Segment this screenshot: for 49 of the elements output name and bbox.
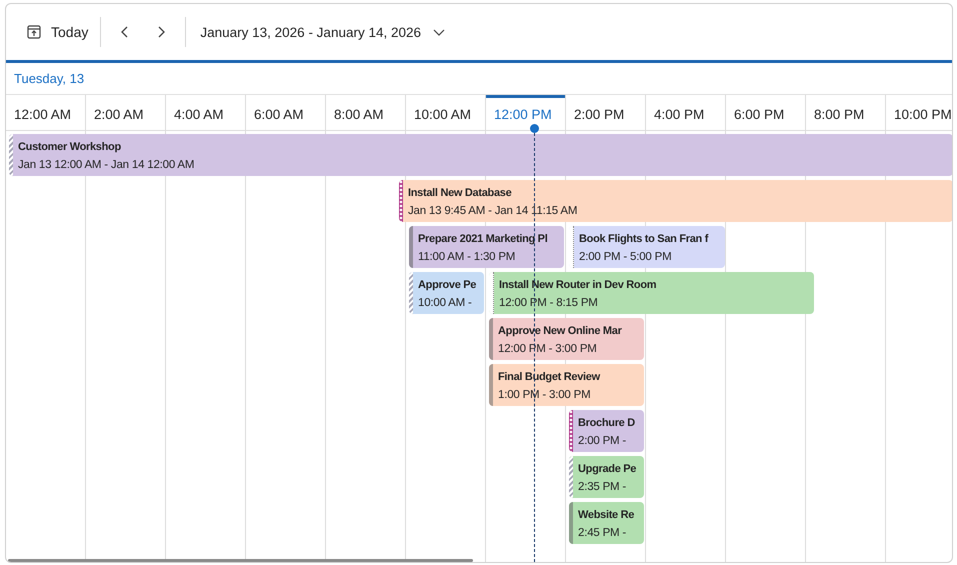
time-slot-header[interactable]: 8:00 PM [806,95,885,131]
date-range-dropdown[interactable]: January 13, 2026 - January 14, 2026 [192,18,452,46]
event-title: Install New Database [408,186,512,201]
event-time: 1:00 PM - 3:00 PM [498,388,592,403]
time-slot-header[interactable]: 4:00 AM [166,95,245,131]
event-card[interactable]: Approve New Online Mar 12:00 PM - 3:00 PM [489,318,644,360]
event-time: 10:00 AM - [418,296,473,311]
event-title: Prepare 2021 Marketing Pl [418,232,548,247]
time-slot-header[interactable]: 10:00 AM [406,95,485,131]
time-slot-header[interactable]: 2:00 PM [566,95,645,131]
event-time: 2:00 PM - [578,434,628,449]
event-card[interactable]: Website Re 2:45 PM - [569,502,644,544]
time-slot-header[interactable]: 6:00 AM [246,95,325,131]
event-card[interactable]: Brochure D 2:00 PM - [569,410,644,452]
event-title: Final Budget Review [498,370,600,385]
event-card[interactable]: Final Budget Review 1:00 PM - 3:00 PM [489,364,644,406]
event-card[interactable]: Install New Router in Dev Room 12:00 PM - 8:15 PM [489,272,814,314]
event-card[interactable]: Approve Pe 10:00 AM - [409,272,484,314]
event-card[interactable]: Upgrade Pe 2:35 PM - [569,456,644,498]
event-title: Approve New Online Mar [498,324,622,339]
time-slot-header[interactable]: 4:00 PM [646,95,725,131]
event-time: 2:45 PM - [578,526,628,541]
calendar-icon [26,24,42,40]
event-title: Brochure D [578,416,635,431]
event-card[interactable]: Prepare 2021 Marketing Pl 11:00 AM - 1:30 PM [409,226,564,268]
event-title: Upgrade Pe [578,462,636,477]
horizontal-scrollbar[interactable] [8,559,473,562]
event-card[interactable]: Customer Workshop Jan 13 12:00 AM - Jan 14 12:00 AM [9,134,952,176]
event-title: Customer Workshop [18,140,122,155]
time-slot-header[interactable]: 10:00 PM [886,95,952,131]
time-slot-header[interactable]: 2:00 AM [86,95,165,131]
event-time: 11:00 AM - 1:30 PM [418,250,516,265]
event-title: Approve Pe [418,278,476,293]
time-slot-header[interactable]: 8:00 AM [326,95,405,131]
event-time: Jan 13 9:45 AM - Jan 14 11:15 AM [408,204,578,219]
event-card[interactable]: Book Flights to San Fran f 2:00 PM - 5:00 PM [569,226,725,268]
event-time: 12:00 PM - 8:15 PM [499,296,599,311]
event-title: Book Flights to San Fran f [579,232,708,247]
event-time: 12:00 PM - 3:00 PM [498,342,598,357]
time-slot-header[interactable]: 6:00 PM [726,95,805,131]
time-slot-header[interactable]: 12:00 AM [6,95,85,131]
day-header[interactable]: Tuesday, 13 [14,71,84,86]
today-button[interactable]: Today [20,18,94,46]
event-title: Website Re [578,508,634,523]
event-time: 2:00 PM - 5:00 PM [579,250,672,265]
event-time: Jan 13 12:00 AM - Jan 14 12:00 AM [18,158,194,173]
event-title: Install New Router in Dev Room [499,278,656,293]
event-time: 2:35 PM - [578,480,628,495]
event-card[interactable]: Install New Database Jan 13 9:45 AM - Jan 14 11:15 AM [399,180,952,222]
